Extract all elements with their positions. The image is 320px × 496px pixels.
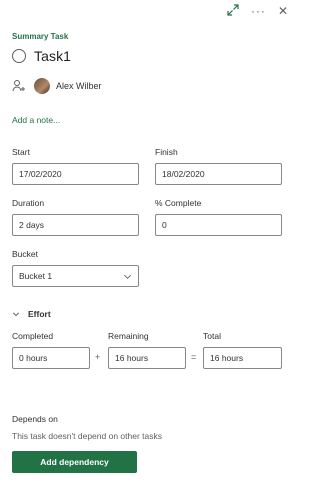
bucket-label: Bucket <box>12 249 38 259</box>
effort-completed-field[interactable]: 0 hours <box>12 347 90 369</box>
effort-remaining-label: Remaining <box>108 331 149 341</box>
start-date-field[interactable]: 17/02/2020 <box>12 163 139 185</box>
bucket-select-value: Bucket 1 <box>19 271 53 281</box>
assignment-row: Alex Wilber <box>12 78 102 94</box>
chevron-down-icon <box>12 312 20 317</box>
percent-complete-label: % Complete <box>155 198 202 208</box>
add-note-link[interactable]: Add a note... <box>12 115 60 125</box>
more-icon[interactable]: ··· <box>251 5 266 17</box>
depends-on-title: Depends on <box>12 414 58 424</box>
expand-icon[interactable] <box>227 4 239 18</box>
avatar[interactable] <box>34 78 50 94</box>
equals-sign: = <box>191 352 197 362</box>
close-icon[interactable]: ✕ <box>278 5 288 17</box>
plus-sign: + <box>95 352 101 362</box>
effort-completed-label: Completed <box>12 331 54 341</box>
panel-toolbar: ··· ✕ <box>227 4 288 18</box>
effort-remaining-field[interactable]: 16 hours <box>108 347 186 369</box>
title-row: Task1 <box>12 48 71 64</box>
task-title[interactable]: Task1 <box>34 48 71 64</box>
duration-field[interactable]: 2 days <box>12 214 139 236</box>
finish-date-field[interactable]: 18/02/2020 <box>155 163 282 185</box>
add-dependency-button[interactable]: Add dependency <box>12 451 137 473</box>
depends-on-empty-text: This task doesn't depend on other tasks <box>12 431 162 441</box>
bucket-select[interactable]: Bucket 1 <box>12 265 139 287</box>
effort-toggle[interactable]: Effort <box>12 309 51 319</box>
task-type-label: Summary Task <box>12 32 69 41</box>
start-label: Start <box>12 147 30 157</box>
duration-label: Duration <box>12 198 45 208</box>
effort-total-field[interactable]: 16 hours <box>203 347 282 369</box>
percent-complete-field[interactable]: 0 <box>155 214 282 236</box>
circle-icon[interactable] <box>12 49 26 63</box>
chevron-down-icon <box>124 274 131 279</box>
effort-label: Effort <box>28 309 51 319</box>
person-icon[interactable] <box>12 79 26 93</box>
effort-total-label: Total <box>203 331 221 341</box>
assignee-name[interactable]: Alex Wilber <box>56 81 102 91</box>
finish-label: Finish <box>155 147 178 157</box>
